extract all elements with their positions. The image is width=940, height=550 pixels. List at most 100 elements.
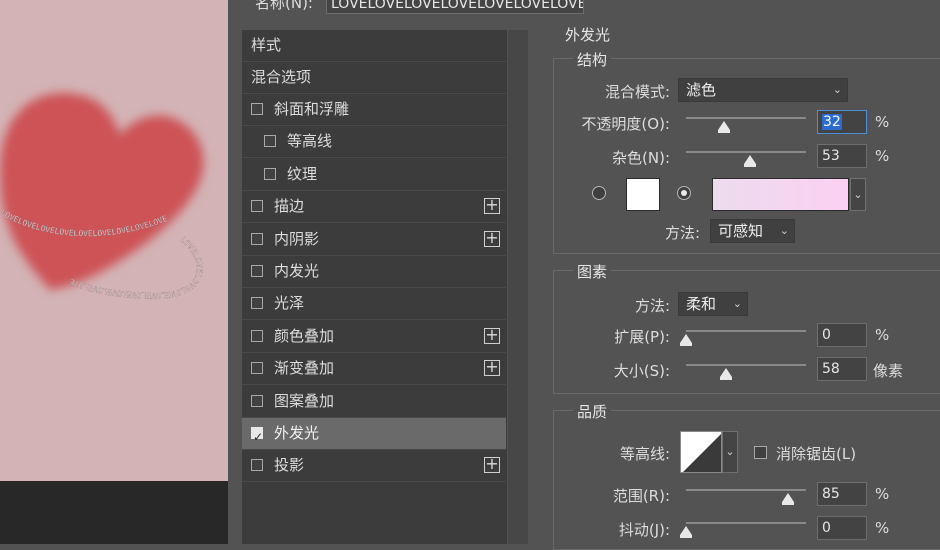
range-slider-track[interactable]: [686, 489, 806, 491]
name-label: 名称(N):: [255, 0, 313, 12]
outer-glow-title: 外发光: [565, 26, 611, 44]
gradient-dropdown[interactable]: ⌄: [850, 178, 866, 211]
gradient-swatch[interactable]: [712, 178, 849, 211]
jitter-slider-track[interactable]: [686, 522, 806, 524]
range-label: 范围(R):: [612, 487, 670, 505]
style-item-1[interactable]: 斜面和浮雕: [242, 94, 506, 126]
checkmark-icon: ✓: [253, 430, 264, 444]
jitter-unit: %: [875, 519, 890, 537]
solid-color-swatch[interactable]: [626, 178, 660, 211]
heart-shape: [0, 92, 204, 290]
jitter-label: 抖动(J):: [618, 521, 670, 539]
style-item-label: 纹理: [287, 164, 318, 183]
style-item-label: 外发光: [274, 424, 320, 442]
add-effect-plus-icon[interactable]: +: [484, 229, 500, 247]
style-checkbox[interactable]: ✓: [251, 427, 263, 444]
noise-label: 杂色(N):: [612, 149, 670, 167]
size-unit: 像素: [873, 362, 904, 380]
chevron-down-icon: ⌄: [732, 297, 742, 310]
style-item-label: 内发光: [274, 262, 320, 280]
spread-slider-thumb[interactable]: [680, 334, 692, 346]
style-checkbox[interactable]: [251, 329, 263, 342]
solid-color-radio[interactable]: [592, 186, 606, 200]
blend-mode-label: 混合模式:: [604, 83, 670, 101]
add-effect-plus-icon[interactable]: +: [484, 456, 500, 474]
opacity-label: 不透明度(O):: [581, 115, 670, 133]
contour-preview[interactable]: [680, 431, 722, 473]
elements-method-label: 方法:: [634, 297, 670, 315]
add-effect-plus-icon[interactable]: +: [484, 326, 500, 344]
style-checkbox[interactable]: [251, 103, 263, 115]
style-checkbox[interactable]: [251, 265, 263, 277]
noise-slider-thumb[interactable]: [743, 155, 756, 167]
heart-artwork: LOVELOVELOVELOVELOVELOVELOVELOVELOVE LOV…: [0, 92, 204, 300]
style-item-label: 投影: [274, 456, 305, 475]
style-checkbox[interactable]: [264, 135, 276, 148]
size-slider-thumb[interactable]: [720, 368, 733, 380]
style-checkbox[interactable]: [251, 297, 263, 310]
contour-dropdown[interactable]: ⌄: [722, 431, 738, 473]
chevron-down-icon: ⌄: [832, 83, 842, 96]
name-input[interactable]: LOVELOVELOVELOVELOVELOVELOVEL: [326, 0, 584, 14]
structure-method-select[interactable]: 可感知 ⌄: [710, 219, 795, 243]
spread-slider-track[interactable]: [686, 330, 806, 332]
opacity-unit: %: [875, 113, 890, 131]
style-item-6[interactable]: 内发光: [242, 256, 506, 288]
style-item-4[interactable]: 描边 +: [242, 191, 506, 224]
blending-options[interactable]: 混合选项: [242, 62, 506, 94]
style-checkbox[interactable]: [251, 362, 263, 375]
structure-method-label: 方法:: [664, 224, 700, 242]
style-item-11[interactable]: ✓ 外发光: [242, 418, 506, 450]
antialias-checkbox[interactable]: [754, 446, 767, 459]
style-checkbox[interactable]: [251, 232, 263, 245]
document-canvas[interactable]: LOVELOVELOVELOVELOVELOVELOVELOVELOVE LOV…: [0, 0, 228, 481]
style-item-2[interactable]: 等高线: [242, 126, 506, 159]
chevron-down-icon: ⌄: [853, 188, 863, 201]
style-item-label: 渐变叠加: [274, 359, 335, 378]
chevron-down-icon: ⌄: [779, 224, 789, 237]
noise-slider-track[interactable]: [686, 151, 806, 153]
blend-mode-select[interactable]: 滤色 ⌄: [678, 78, 848, 102]
range-input[interactable]: 85: [817, 482, 867, 506]
style-item-label: 图案叠加: [274, 391, 335, 410]
add-effect-plus-icon[interactable]: +: [484, 359, 500, 377]
noise-input[interactable]: 53: [817, 144, 867, 168]
layer-style-dialog: 名称(N): LOVELOVELOVELOVELOVELOVELOVEL 样式 …: [228, 0, 940, 550]
size-slider-track[interactable]: [686, 364, 806, 366]
style-item-3[interactable]: 纹理: [242, 159, 506, 191]
spread-label: 扩展(P):: [614, 328, 670, 346]
style-checkbox[interactable]: [251, 394, 263, 407]
style-item-5[interactable]: 内阴影 +: [242, 224, 506, 256]
style-item-label: 颜色叠加: [274, 326, 335, 345]
chevron-down-icon: ⌄: [725, 445, 735, 458]
antialias-label: 消除锯齿(L): [776, 445, 857, 463]
elements-method-select[interactable]: 柔和 ⌄: [678, 292, 748, 316]
jitter-slider-thumb[interactable]: [680, 526, 692, 538]
spread-input[interactable]: 0: [817, 323, 867, 347]
gradient-radio[interactable]: [677, 186, 691, 200]
jitter-input[interactable]: 0: [817, 516, 867, 540]
style-item-8[interactable]: 颜色叠加 +: [242, 321, 506, 353]
style-item-9[interactable]: 渐变叠加 +: [242, 353, 506, 386]
styles-header[interactable]: 样式: [242, 30, 506, 62]
size-label: 大小(S):: [613, 362, 670, 380]
style-item-7[interactable]: 光泽: [242, 288, 506, 321]
style-checkbox[interactable]: [264, 167, 276, 180]
style-list-scrollbar[interactable]: [508, 30, 528, 544]
style-item-12[interactable]: 投影 +: [242, 450, 506, 483]
spread-unit: %: [875, 326, 890, 344]
canvas-area[interactable]: LOVELOVELOVELOVELOVELOVELOVELOVELOVE LOV…: [0, 0, 228, 544]
elements-title: 图素: [573, 261, 612, 282]
range-slider-thumb[interactable]: [782, 493, 794, 505]
opacity-slider-thumb[interactable]: [718, 121, 731, 133]
style-item-10[interactable]: 图案叠加: [242, 386, 506, 418]
size-input[interactable]: 58: [817, 357, 867, 381]
quality-title: 品质: [573, 401, 612, 422]
opacity-slider-track[interactable]: [686, 117, 806, 119]
opacity-input[interactable]: 32: [817, 110, 867, 134]
add-effect-plus-icon[interactable]: +: [484, 197, 500, 215]
style-checkbox[interactable]: [251, 200, 263, 213]
contour-curve-icon: [681, 432, 721, 472]
style-checkbox[interactable]: [251, 459, 263, 472]
noise-unit: %: [875, 147, 890, 165]
